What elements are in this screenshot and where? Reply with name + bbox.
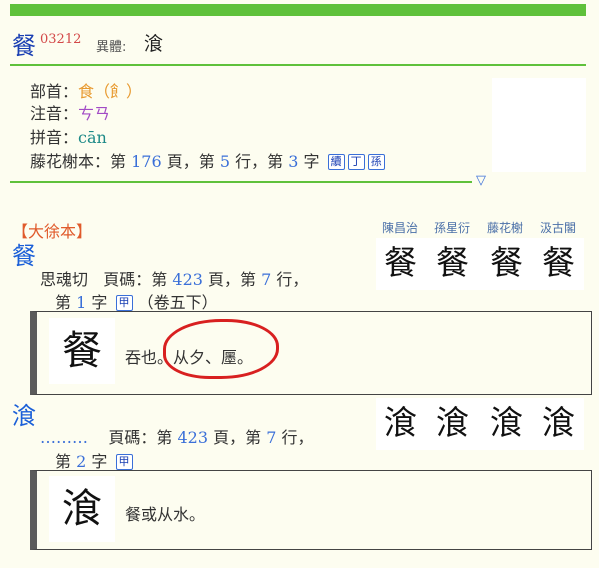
entry-char[interactable]: 餐	[12, 236, 36, 271]
badge-jia[interactable]: 甲	[115, 454, 133, 470]
headword-char[interactable]: 餐	[12, 26, 36, 61]
entry-line: 第 2 字 甲	[55, 448, 133, 472]
quote-seal-glyph: 湌	[49, 476, 115, 542]
page-number: 423	[177, 428, 208, 447]
pinyin-value: cān	[78, 128, 107, 147]
row-unit: 行，	[276, 270, 309, 289]
blank-panel	[492, 78, 586, 172]
zhuyin-label: 注音：	[30, 104, 79, 123]
row-number: 7	[261, 270, 272, 289]
variant-char[interactable]: 湌	[144, 29, 163, 56]
button-xu[interactable]: 續	[327, 154, 345, 170]
radical-row: 部首：食（飠）	[30, 78, 142, 102]
edition-label: 孫星衍	[434, 221, 471, 235]
fanqie: 思魂切	[40, 270, 89, 289]
radical-value[interactable]: 食（飠）	[78, 82, 142, 101]
divider	[10, 181, 472, 183]
explanation-box: 湌 餐或从水。	[30, 470, 592, 550]
seal-glyph: 餐	[384, 243, 417, 282]
char-code: 03212	[40, 32, 82, 47]
red-annotation-circle	[163, 319, 279, 379]
col-unit: 字	[91, 452, 108, 471]
expand-triangle-icon[interactable]: ▽	[476, 173, 486, 188]
volume: （卷五下）	[137, 293, 218, 312]
radical-label: 部首：	[30, 82, 79, 101]
divider	[10, 64, 586, 66]
fujisawa-label: 藤花榭本：第	[30, 152, 127, 171]
col-number: 1	[76, 293, 87, 312]
button-sun[interactable]: 孫	[367, 154, 385, 170]
seal-glyph: 餐	[542, 243, 575, 282]
edition-label: 汲古閣	[540, 221, 577, 235]
col-number: 3	[288, 152, 299, 171]
page-unit: 頁，第	[208, 270, 257, 289]
entry-char[interactable]: 湌	[12, 396, 36, 431]
row-unit: 行，第	[235, 152, 284, 171]
edition-label: 藤花榭	[487, 221, 524, 235]
entry-line: ……… 頁碼：第 423 頁，第 7 行，	[40, 424, 314, 448]
row-number: 7	[266, 428, 277, 447]
page-label: 頁碼：第	[103, 270, 168, 289]
edition-location-row: 藤花榭本：第 176 頁，第 5 行，第 3 字 續丁孫	[30, 148, 385, 172]
button-ding[interactable]: 丁	[347, 154, 365, 170]
seal-glyph-strip: 湌 湌 湌 湌	[376, 398, 584, 450]
line-prefix: 第	[55, 293, 72, 312]
col-unit: 字	[91, 293, 108, 312]
seal-glyph: 湌	[384, 403, 417, 442]
explanation-box: 餐 吞也。从夕、㕓。	[30, 311, 592, 395]
page-label: 頁碼：第	[108, 428, 173, 447]
seal-glyph: 餐	[436, 243, 469, 282]
zhuyin-row: 注音：ㄘㄢ	[30, 100, 110, 124]
pinyin-label: 拼音：	[30, 128, 79, 147]
seal-glyph-strip: 餐 餐 餐 餐	[376, 238, 584, 290]
zhuyin-value: ㄘㄢ	[78, 104, 111, 123]
page-number: 423	[172, 270, 203, 289]
page-number: 176	[131, 152, 162, 171]
seal-glyph: 湌	[490, 403, 523, 442]
col-number: 2	[76, 452, 87, 471]
badge-jia[interactable]: 甲	[115, 295, 133, 311]
entry-line: 思魂切 頁碼：第 423 頁，第 7 行，	[40, 266, 308, 290]
seal-glyph: 餐	[490, 243, 523, 282]
fanqie: ………	[40, 428, 88, 447]
seal-glyph: 湌	[542, 403, 575, 442]
pinyin-row: 拼音：cān	[30, 124, 107, 148]
variant-label: 異體:	[96, 40, 127, 55]
explanation-text: 餐或从水。	[125, 505, 206, 524]
page-unit: 頁，第	[166, 152, 215, 171]
page-unit: 頁，第	[213, 428, 262, 447]
line-prefix: 第	[55, 452, 72, 471]
col-unit: 字	[303, 152, 320, 171]
top-accent-bar	[10, 4, 586, 16]
row-unit: 行，	[281, 428, 314, 447]
entry-line: 第 1 字 甲 （卷五下）	[55, 289, 218, 313]
quote-seal-glyph: 餐	[49, 318, 115, 384]
edition-label: 陳昌治	[382, 221, 419, 235]
seal-glyph: 湌	[436, 403, 469, 442]
row-number: 5	[219, 152, 231, 171]
